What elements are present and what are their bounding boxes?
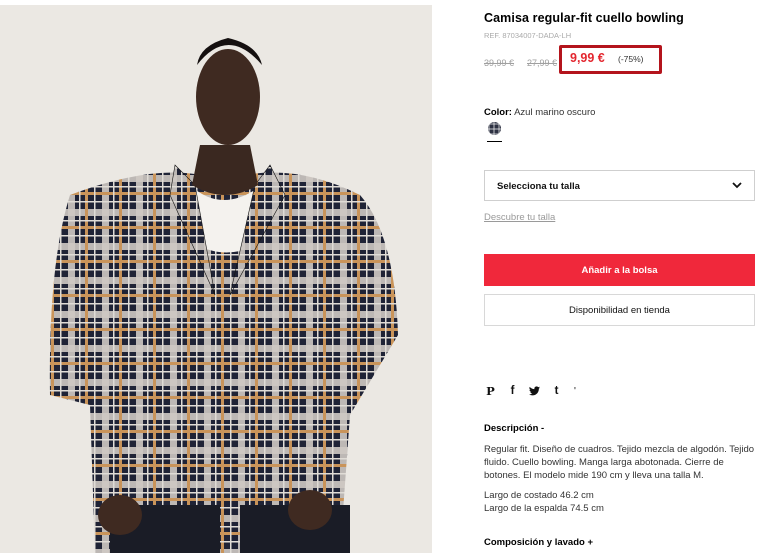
color-info: Color: Azul marino oscuro bbox=[484, 107, 595, 118]
size-guide-link[interactable]: Descubre tu talla bbox=[484, 212, 555, 223]
original-price: 39,99 € bbox=[484, 58, 515, 68]
price-row: 39,99 € 27,99 € 9,99 € (-75%) bbox=[484, 45, 756, 74]
description-text: Regular fit. Diseño de cuadros. Tejido m… bbox=[484, 444, 755, 481]
price-highlight-box: 9,99 € (-75%) bbox=[559, 45, 662, 74]
product-image[interactable] bbox=[0, 5, 432, 553]
discount-badge: (-75%) bbox=[618, 54, 644, 64]
measure-side-length: Largo de costado 46.2 cm bbox=[484, 490, 594, 501]
measure-back-length: Largo de la espalda 74.5 cm bbox=[484, 503, 604, 514]
pinterest-icon[interactable]: P bbox=[484, 384, 497, 398]
selected-swatch-indicator bbox=[487, 141, 502, 142]
composition-toggle[interactable]: Composición y lavado + bbox=[484, 537, 593, 548]
sale-price: 9,99 € bbox=[570, 51, 605, 65]
share-icon[interactable]: ' bbox=[572, 385, 578, 398]
size-dropdown[interactable]: Selecciona tu talla bbox=[484, 170, 755, 201]
social-share-bar: P f t ' bbox=[484, 384, 587, 398]
store-availability-button[interactable]: Disponibilidad en tienda bbox=[484, 294, 755, 326]
color-value: Azul marino oscuro bbox=[514, 107, 596, 118]
color-label: Color: bbox=[484, 107, 512, 118]
color-swatch-icon[interactable] bbox=[488, 122, 501, 135]
previous-price: 27,99 € bbox=[527, 58, 558, 68]
add-to-bag-button[interactable]: Añadir a la bolsa bbox=[484, 254, 755, 286]
measurements: Largo de costado 46.2 cm Largo de la esp… bbox=[484, 489, 604, 515]
size-dropdown-label: Selecciona tu talla bbox=[497, 181, 580, 192]
product-title: Camisa regular-fit cuello bowling bbox=[484, 11, 684, 25]
product-info-panel: Camisa regular-fit cuello bowling REF. 8… bbox=[484, 0, 756, 553]
chevron-down-icon bbox=[732, 182, 742, 189]
description-toggle[interactable]: Descripción - bbox=[484, 423, 544, 434]
twitter-icon[interactable] bbox=[528, 385, 541, 398]
product-reference: REF. 87034007-DADA-LH bbox=[484, 31, 572, 40]
tumblr-icon[interactable]: t bbox=[550, 385, 563, 398]
facebook-icon[interactable]: f bbox=[506, 385, 519, 398]
